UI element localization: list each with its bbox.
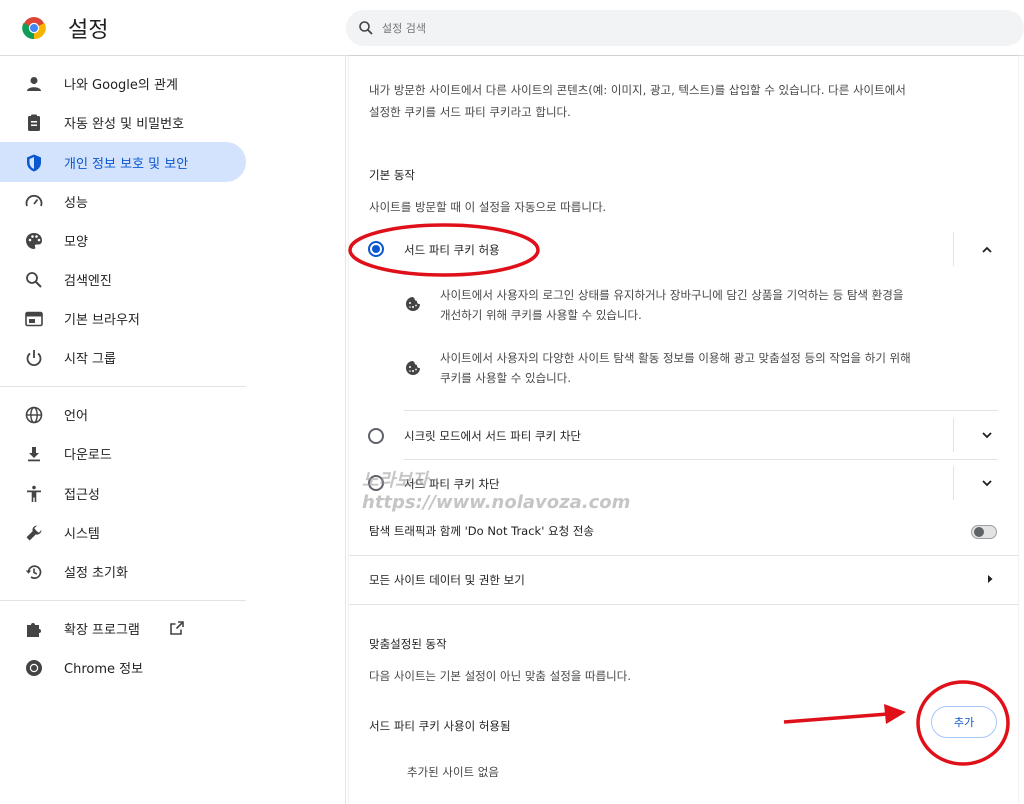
sidebar-item-label: 자동 완성 및 비밀번호 bbox=[64, 117, 185, 132]
sidebar-item-label: 다운로드 bbox=[64, 448, 112, 463]
sidebar-item-label: 개인 정보 보호 및 보안 bbox=[64, 157, 189, 172]
chevron-down-icon[interactable] bbox=[980, 476, 994, 490]
allow-detail-2-line-1: 사이트에서 사용자의 다양한 사이트 탐색 활동 정보를 이용해 광고 맞춤설정… bbox=[440, 351, 911, 365]
sidebar-item-system[interactable]: 시스템 bbox=[0, 512, 246, 552]
default-behavior-description: 사이트를 방문할 때 이 설정을 자동으로 따릅니다. bbox=[369, 200, 607, 214]
sidebar-item-reset[interactable]: 설정 초기화 bbox=[0, 551, 246, 591]
allow-detail-2-line-2: 쿠키를 사용할 수 있습니다. bbox=[440, 371, 572, 385]
customized-behavior-heading: 맞춤설정된 동작 bbox=[369, 637, 447, 651]
chrome-logo-icon bbox=[22, 17, 46, 40]
allow-third-party-cookies-radio[interactable] bbox=[368, 241, 384, 257]
sidebar-divider bbox=[0, 386, 246, 387]
watermark: 노라보자 https://www.nolavoza.com bbox=[362, 470, 630, 514]
sidebar-item-downloads[interactable]: 다운로드 bbox=[0, 433, 246, 473]
block-incognito-third-party-cookies-radio[interactable] bbox=[368, 428, 384, 444]
sidebar-item-autofill[interactable]: 자동 완성 및 비밀번호 bbox=[0, 102, 246, 142]
download-icon bbox=[28, 447, 40, 462]
row-separator bbox=[404, 459, 998, 460]
sidebar-item-accessibility[interactable]: 접근성 bbox=[0, 473, 246, 513]
search-icon bbox=[26, 272, 42, 288]
sidebar-item-languages[interactable]: 언어 bbox=[0, 394, 246, 434]
settings-card: 내가 방문한 사이트에서 다른 사이트의 콘텐츠(예: 이미지, 광고, 텍스트… bbox=[349, 56, 1018, 804]
allowed-sites-label: 서드 파티 쿠키 사용이 허용됨 bbox=[369, 719, 511, 733]
sidebar: 나와 Google의 관계 자동 완성 및 비밀번호 개인 정보 보호 및 보안… bbox=[0, 56, 346, 804]
row-divider bbox=[953, 466, 954, 500]
sidebar-item-label: 검색엔진 bbox=[64, 274, 112, 289]
allow-detail-1-line-2: 개선하기 위해 쿠키를 사용할 수 있습니다. bbox=[440, 308, 642, 322]
sidebar-item-label: 확장 프로그램 bbox=[64, 623, 140, 638]
sidebar-item-appearance[interactable]: 모양 bbox=[0, 220, 246, 260]
top-bar: 설정 bbox=[0, 0, 1024, 56]
block-incognito-third-party-cookies-label[interactable]: 시크릿 모드에서 서드 파티 쿠키 차단 bbox=[404, 428, 581, 444]
sidebar-item-you-and-google[interactable]: 나와 Google의 관계 bbox=[0, 63, 246, 103]
wrench-icon bbox=[26, 525, 42, 541]
row-separator bbox=[349, 604, 1018, 605]
speedometer-icon bbox=[25, 194, 43, 207]
browser-icon bbox=[25, 311, 43, 327]
watermark-url: https://www.nolavoza.com bbox=[362, 492, 631, 513]
sidebar-item-label: 설정 초기화 bbox=[64, 566, 128, 581]
chevron-down-icon[interactable] bbox=[980, 428, 994, 442]
sidebar-item-label: 시스템 bbox=[64, 527, 100, 542]
sidebar-item-label: 모양 bbox=[64, 235, 88, 250]
globe-icon bbox=[25, 406, 43, 424]
reset-icon bbox=[25, 565, 42, 579]
accessibility-icon bbox=[27, 485, 41, 502]
intro-text-line-1: 내가 방문한 사이트에서 다른 사이트의 콘텐츠(예: 이미지, 광고, 텍스트… bbox=[369, 83, 906, 97]
sidebar-item-label: 접근성 bbox=[64, 488, 100, 503]
cookie-icon bbox=[406, 361, 420, 375]
row-divider bbox=[953, 418, 954, 452]
clipboard-icon bbox=[28, 114, 40, 131]
sidebar-item-search-engine[interactable]: 검색엔진 bbox=[0, 259, 246, 299]
sidebar-item-about-chrome[interactable]: Chrome 정보 bbox=[0, 647, 246, 687]
sidebar-item-label: 언어 bbox=[64, 409, 88, 424]
puzzle-icon bbox=[27, 623, 41, 637]
sidebar-item-label: 시작 그룹 bbox=[64, 352, 116, 367]
all-site-data-link[interactable]: 모든 사이트 데이터 및 권한 보기 bbox=[369, 572, 525, 588]
arrow-right-icon[interactable] bbox=[985, 574, 995, 584]
palette-icon bbox=[26, 233, 42, 249]
no-sites-text: 추가된 사이트 없음 bbox=[407, 765, 499, 779]
shield-icon bbox=[27, 154, 41, 172]
row-separator bbox=[349, 555, 1018, 556]
add-site-button[interactable]: 추가 bbox=[931, 706, 997, 738]
row-separator bbox=[404, 410, 998, 411]
sidebar-item-extensions[interactable]: 확장 프로그램 bbox=[0, 608, 246, 648]
do-not-track-label: 탐색 트래픽과 함께 'Do Not Track' 요청 전송 bbox=[369, 524, 595, 538]
open-in-new-icon bbox=[170, 621, 184, 635]
sidebar-item-default-browser[interactable]: 기본 브라우저 bbox=[0, 298, 246, 338]
allow-third-party-cookies-label[interactable]: 서드 파티 쿠키 허용 bbox=[404, 242, 500, 258]
sidebar-item-on-startup[interactable]: 시작 그룹 bbox=[0, 337, 246, 377]
power-icon bbox=[26, 350, 42, 367]
default-behavior-heading: 기본 동작 bbox=[369, 168, 415, 182]
do-not-track-toggle[interactable] bbox=[971, 525, 997, 539]
sidebar-item-performance[interactable]: 성능 bbox=[0, 181, 246, 221]
customized-behavior-description: 다음 사이트는 기본 설정이 아닌 맞춤 설정을 따릅니다. bbox=[369, 669, 632, 683]
sidebar-divider bbox=[0, 600, 246, 601]
sidebar-item-privacy[interactable]: 개인 정보 보호 및 보안 bbox=[0, 142, 246, 182]
chrome-icon bbox=[26, 660, 42, 676]
page-title: 설정 bbox=[68, 18, 109, 43]
allow-detail-1-line-1: 사이트에서 사용자의 로그인 상태를 유지하거나 장바구니에 담긴 상품을 기억… bbox=[440, 288, 904, 302]
search-box[interactable] bbox=[346, 10, 1024, 46]
sidebar-item-label: 성능 bbox=[64, 196, 88, 211]
search-icon bbox=[359, 21, 373, 35]
chevron-up-icon[interactable] bbox=[980, 243, 994, 257]
intro-text-line-2: 설정한 쿠키를 서드 파티 쿠키라고 합니다. bbox=[369, 105, 571, 119]
row-divider bbox=[953, 232, 954, 266]
person-icon bbox=[27, 77, 41, 91]
watermark-name: 노라보자 bbox=[362, 470, 429, 491]
sidebar-item-label: 기본 브라우저 bbox=[64, 313, 140, 328]
sidebar-item-label: 나와 Google의 관계 bbox=[64, 78, 178, 93]
sidebar-item-label: Chrome 정보 bbox=[64, 662, 144, 677]
cookie-icon bbox=[406, 297, 420, 311]
search-input[interactable] bbox=[382, 18, 982, 38]
